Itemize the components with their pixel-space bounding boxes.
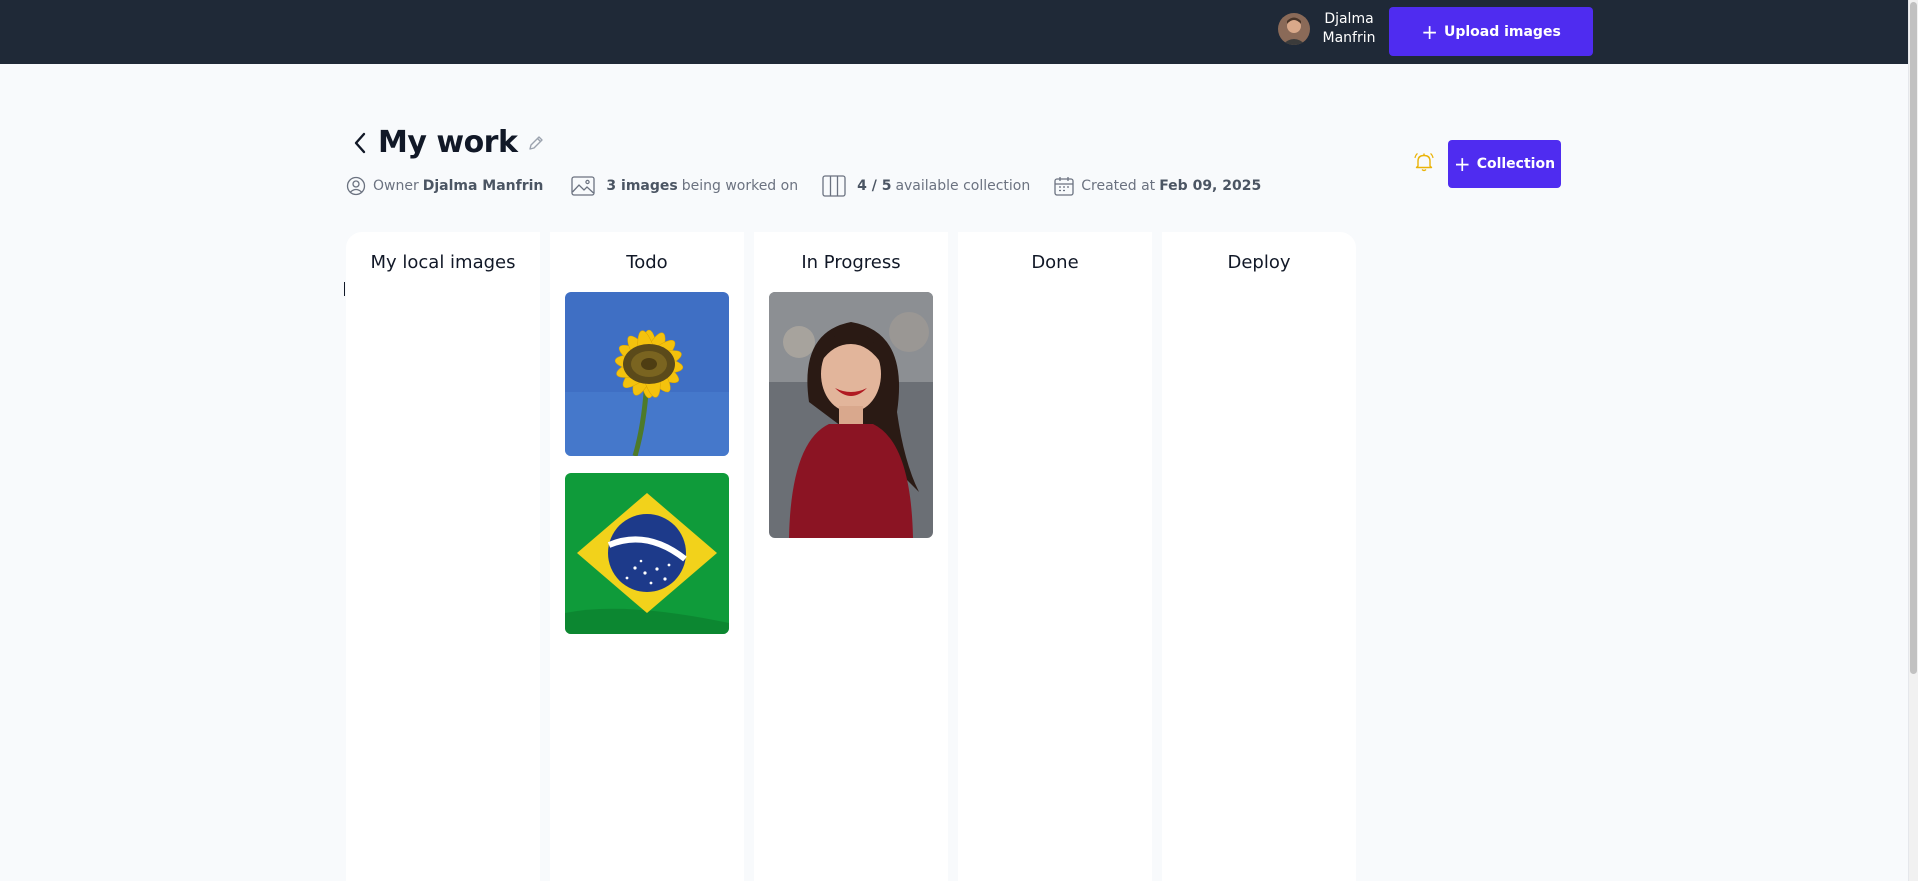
images-count: 3 images [606,178,678,194]
kanban-board: My local images Todo In Progress Done De… [346,232,1356,881]
pencil-icon[interactable] [527,134,545,152]
column-title-done: Done [1031,252,1079,273]
collections-meta: 4 / 5 available collection [822,175,1030,197]
top-navbar: Djalma Manfrin + Upload images [0,0,1908,64]
column-divider [948,232,958,881]
user-circle-icon [346,176,366,196]
column-title-in-progress: In Progress [801,252,901,273]
page-header: My work [350,125,545,160]
add-collection-label: Collection [1476,156,1556,172]
add-collection-button[interactable]: + Collection [1448,140,1561,188]
images-suffix: being worked on [681,178,799,194]
scrollbar-thumb[interactable] [1910,2,1917,674]
owner-meta: Owner Djalma Manfrin [346,176,547,196]
collections-count: 4 / 5 [857,178,892,194]
sunflower-image-card[interactable] [565,292,729,456]
project-meta: Owner Djalma Manfrin 3 images being work… [346,175,1289,197]
text-cursor [344,282,345,296]
columns-icon [822,175,846,197]
created-date: Feb 09, 2025 [1159,178,1262,194]
calendar-icon [1054,177,1074,196]
images-meta: 3 images being worked on [571,176,798,196]
owner-label: Owner [373,178,419,194]
plus-icon: + [1453,152,1471,176]
brazil-flag-image-card[interactable] [565,473,729,634]
column-divider [744,232,754,881]
vertical-scrollbar[interactable] [1908,0,1918,881]
user-menu[interactable]: Djalma Manfrin [1278,10,1378,48]
upload-images-button[interactable]: + Upload images [1389,7,1593,56]
upload-images-label: Upload images [1443,23,1561,40]
bell-icon[interactable] [1413,151,1435,173]
plus-icon: + [1421,19,1438,44]
created-meta: Created at Feb 09, 2025 [1054,176,1265,196]
created-label: Created at [1081,178,1156,194]
smiling-woman-image-card[interactable] [769,292,933,538]
column-title-todo: Todo [626,252,668,273]
column-title-deploy: Deploy [1227,252,1291,273]
column-divider [540,232,550,881]
page-title: My work [378,125,518,160]
owner-name: Djalma Manfrin [422,178,544,194]
image-icon [571,176,596,196]
collections-suffix: available collection [895,178,1031,194]
chevron-left-icon[interactable] [350,128,370,158]
user-name[interactable]: Djalma Manfrin [1320,10,1378,48]
user-avatar[interactable] [1278,13,1310,45]
column-title-my-local-images: My local images [370,252,516,273]
column-divider [1152,232,1162,881]
